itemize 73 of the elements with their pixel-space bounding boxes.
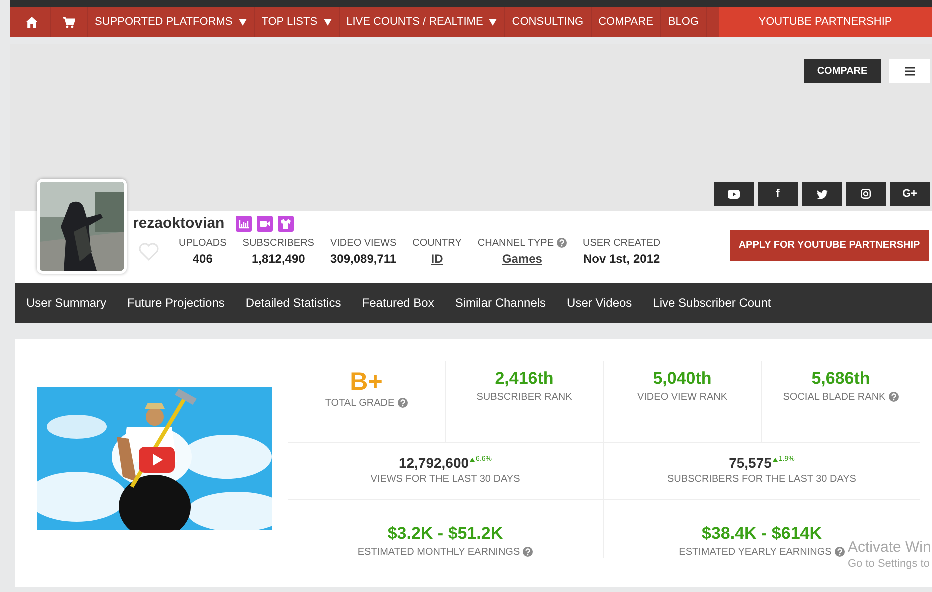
instagram-button[interactable] xyxy=(846,182,886,206)
nav-link[interactable]: SUPPORTED PLATFORMS xyxy=(88,7,255,37)
earnings-value: $38.4K - $614K xyxy=(702,524,822,544)
stat-label: UPLOADS xyxy=(179,238,227,249)
stat-value: 1,812,490 xyxy=(252,252,306,266)
stat-label: COUNTRY xyxy=(412,238,462,249)
tab[interactable]: Similar Channels xyxy=(444,283,557,323)
up-arrow-icon xyxy=(772,458,778,462)
nav-link[interactable]: BLOG xyxy=(661,7,707,37)
help-icon xyxy=(398,398,408,408)
count-value: 75,575 xyxy=(729,455,772,471)
home-icon[interactable] xyxy=(26,16,38,28)
stat-label: SOCIAL BLADE RANK xyxy=(783,392,886,403)
caret-icon xyxy=(238,18,247,26)
activation-notice-title: Activate Win xyxy=(848,539,932,556)
stat-value: Nov 1st, 2012 xyxy=(583,252,660,266)
stat-label: ESTIMATED YEARLY EARNINGS xyxy=(679,547,832,558)
stat-label: ESTIMATED MONTHLY EARNINGS xyxy=(358,547,520,558)
help-icon xyxy=(888,392,899,402)
stat-label: TOTAL GRADE xyxy=(325,398,395,409)
stat-label: SUBSCRIBERS xyxy=(242,238,314,249)
rank-value: 2,416th xyxy=(495,369,554,389)
nav-link[interactable]: LIVE COUNTS / REALTIME xyxy=(340,7,506,37)
play-icon[interactable] xyxy=(139,447,175,473)
camera-icon xyxy=(861,189,871,199)
tab[interactable]: Future Projections xyxy=(117,283,236,323)
nav-link[interactable]: TOP LISTS xyxy=(254,7,340,37)
menu-icon xyxy=(904,66,914,76)
grade-value: B+ xyxy=(350,369,383,395)
bird-icon xyxy=(816,190,828,198)
chart-badge-icon[interactable] xyxy=(236,216,252,232)
tab[interactable]: Detailed Statistics xyxy=(235,283,352,323)
stat-label: SUBSCRIBER RANK xyxy=(476,392,572,403)
play-icon xyxy=(728,190,740,198)
help-icon xyxy=(834,547,845,557)
up-arrow-icon xyxy=(470,458,476,462)
help-icon xyxy=(557,238,568,248)
tab[interactable]: User Summary xyxy=(16,283,118,323)
earnings-value: $3.2K - $51.2K xyxy=(388,524,504,544)
caret-icon xyxy=(324,18,332,26)
stat-label: VIDEO VIEW RANK xyxy=(637,392,728,403)
cart-icon[interactable] xyxy=(63,16,75,28)
stat-link[interactable]: ID xyxy=(431,252,444,266)
stat-label: USER CREATED xyxy=(583,238,661,249)
tab[interactable]: Live Subscriber Count xyxy=(642,283,782,323)
shirt-badge-icon[interactable] xyxy=(278,216,294,232)
nav-link[interactable]: COMPARE xyxy=(592,7,662,37)
tab[interactable]: User Videos xyxy=(556,283,643,323)
stat-label: CHANNEL TYPE xyxy=(478,238,554,249)
help-icon xyxy=(523,547,534,557)
compare-button[interactable]: COMPARE xyxy=(804,59,881,83)
nav-link[interactable]: CONSULTING xyxy=(505,7,592,37)
channel-name: rezaoktovian xyxy=(133,215,225,232)
stat-label: VIEWS FOR THE LAST 30 DAYS xyxy=(370,474,520,485)
stat-label: VIDEO VIEWS xyxy=(330,238,397,249)
apply-button[interactable]: APPLY FOR YOUTUBE PARTNERSHIP xyxy=(730,230,929,261)
stat-label: SUBSCRIBERS FOR THE LAST 30 DAYS xyxy=(668,474,856,485)
stat-value: 309,089,711 xyxy=(330,252,397,266)
menu-button[interactable] xyxy=(889,59,930,83)
twitter-button[interactable] xyxy=(802,182,842,206)
youtube-button[interactable] xyxy=(714,182,754,206)
count-value: 12,792,600 xyxy=(398,455,470,471)
camera-badge-icon[interactable] xyxy=(256,216,273,232)
tab[interactable]: Featured Box xyxy=(352,283,445,323)
stat-value: 406 xyxy=(192,252,213,266)
google-plus-button[interactable]: G+ xyxy=(890,182,930,206)
facebook-button[interactable]: f xyxy=(758,182,798,206)
caret-icon xyxy=(489,18,498,26)
stat-link[interactable]: Games xyxy=(502,252,542,266)
rank-value: 5,686th xyxy=(812,369,870,389)
rank-value: 5,040th xyxy=(653,369,712,389)
activation-notice-text: Go to Settings to xyxy=(848,558,931,570)
partnership-link[interactable]: YOUTUBE PARTNERSHIP xyxy=(719,7,932,37)
